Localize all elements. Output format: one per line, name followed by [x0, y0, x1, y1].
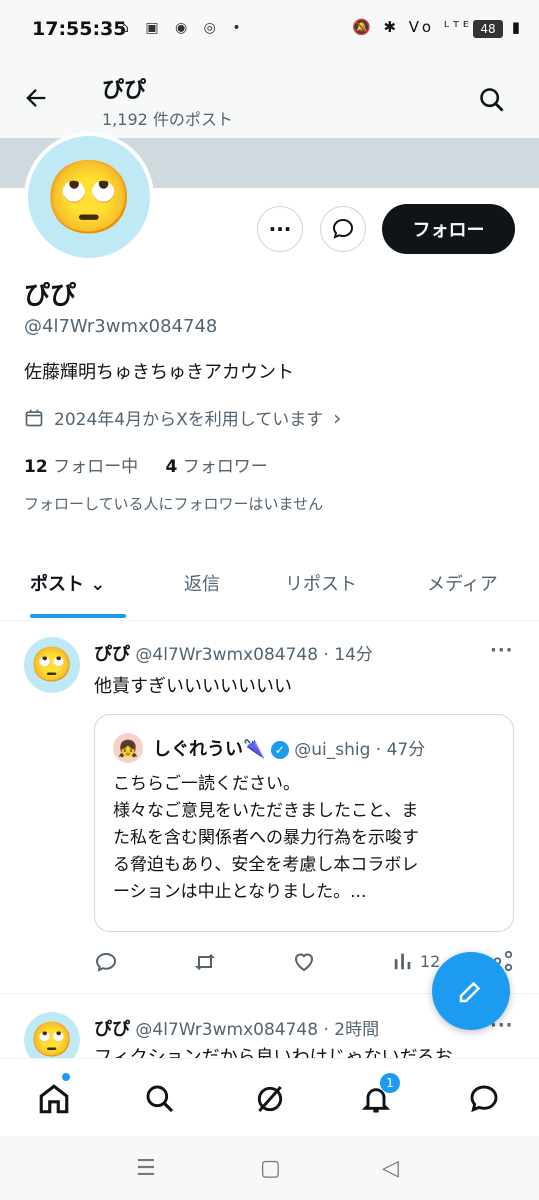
followers-count: 4: [165, 457, 178, 477]
follow-button[interactable]: フォロー: [382, 204, 515, 254]
quoted-author-handle: @ui_shig: [294, 740, 371, 760]
post-more-icon[interactable]: ···: [490, 640, 514, 661]
post-text-content: フィクションだから良いわけじゃないだろお: [94, 1047, 453, 1059]
quoted-post-header: しぐれうい🌂 ✓ @ui_shig · 47分: [153, 735, 425, 761]
following-count: 12: [24, 457, 48, 477]
status-time: 17:55:35: [32, 18, 127, 40]
profile-avatar[interactable]: 🙄: [24, 132, 154, 262]
compose-pen-icon: [459, 981, 481, 1003]
search-icon[interactable]: [478, 86, 506, 114]
tab-replies[interactable]: 返信: [184, 570, 220, 596]
post-time[interactable]: · 14分: [323, 645, 372, 665]
post-text: フィクションだから良いわけじゃないだろお: [94, 1045, 524, 1059]
joined-date[interactable]: 2024年4月からXを利用しています ›: [24, 405, 341, 430]
home-icon[interactable]: [34, 1079, 74, 1119]
tab-media[interactable]: メディア: [427, 570, 498, 596]
post-header: ぴぴ @4l7Wr3wmx084748 · 2時間: [94, 1015, 379, 1041]
header-post-count: 1,192 件のポスト: [102, 110, 233, 129]
profile-handle: @4l7Wr3wmx084748: [24, 316, 218, 337]
home-unread-dot: [62, 1073, 70, 1081]
reply-icon[interactable]: [94, 950, 118, 979]
battery-icon: 48: [473, 20, 503, 38]
message-button[interactable]: [320, 206, 366, 252]
tab-reposts[interactable]: リポスト: [285, 570, 357, 596]
views-count: 12: [420, 951, 441, 971]
views-button[interactable]: 12: [392, 950, 440, 972]
views-chart-icon: [394, 953, 411, 970]
followers-link[interactable]: 4 フォロワー: [165, 457, 267, 477]
chevron-right-icon: ›: [333, 405, 342, 430]
like-heart-icon[interactable]: [292, 950, 316, 979]
quoted-text-line: こちらご一読ください。: [113, 774, 300, 794]
messages-icon[interactable]: [464, 1079, 504, 1119]
status-icons-left: ⌂ ▣ ◉ ◎ •: [120, 20, 247, 36]
followers-label: フォロワー: [182, 457, 268, 477]
post-author-name[interactable]: ぴぴ: [94, 1019, 130, 1040]
profile-name: ぴぴ: [24, 281, 77, 311]
post-author-handle[interactable]: @4l7Wr3wmx084748: [135, 1020, 318, 1040]
system-navigation-bar: ☰ ▢ ◁: [0, 1136, 539, 1200]
active-tab-indicator: [30, 614, 126, 618]
quoted-text-line: 様々なご意見をいただきましたこと、ま: [113, 801, 419, 821]
joined-text: 2024年4月からXを利用しています: [54, 410, 324, 430]
bottom-navigation: [0, 1058, 539, 1137]
quoted-avatar: 👧: [113, 733, 143, 763]
calendar-icon: [25, 409, 43, 426]
back-arrow-icon[interactable]: [22, 84, 50, 119]
tab-posts[interactable]: ポスト ⌄: [30, 570, 105, 596]
profile-tabs: ポスト ⌄ 返信 リポスト メディア: [0, 560, 539, 621]
followers-you-know-note: フォローしている人にフォロワーはいません: [24, 495, 324, 513]
profile-bio: 佐藤輝明ちゅきちゅきアカウント: [24, 362, 294, 383]
repost-icon[interactable]: [192, 950, 218, 979]
quoted-text-line: た私を含む関係者への暴力行為を示唆す: [113, 828, 419, 848]
quoted-post-time: · 47分: [375, 740, 426, 760]
verified-badge-icon: ✓: [270, 741, 289, 759]
more-options-button[interactable]: ···: [257, 206, 303, 252]
back-triangle-icon[interactable]: ◁: [382, 1156, 399, 1181]
message-bubble-icon: [332, 218, 354, 239]
follow-stats: 12 フォロー中 4 フォロワー: [24, 452, 268, 477]
compose-post-button[interactable]: [432, 952, 510, 1030]
quoted-post-text: こちらご一読ください。 様々なご意見をいただきましたこと、ま た私を含む関係者へ…: [113, 771, 503, 906]
profile-header-bar: [0, 62, 539, 138]
grok-icon[interactable]: [250, 1079, 290, 1119]
notification-count-badge: 1: [380, 1073, 400, 1093]
post-avatar[interactable]: 🙄: [24, 637, 80, 693]
post-header: ぴぴ @4l7Wr3wmx084748 · 14分: [94, 640, 373, 666]
quoted-text-line: る脅迫もあり、安全を考慮し本コラボレ: [113, 855, 419, 875]
home-square-icon[interactable]: ▢: [260, 1156, 281, 1181]
quoted-author-name: しぐれうい🌂: [153, 739, 266, 760]
following-link[interactable]: 12 フォロー中: [24, 457, 138, 477]
quoted-post[interactable]: 👧 しぐれうい🌂 ✓ @ui_shig · 47分 こちらご一読ください。 様々…: [94, 714, 514, 932]
post-text: 他責すぎいいいいいいい: [94, 676, 292, 697]
following-label: フォロー中: [53, 457, 139, 477]
quoted-text-line: ーションは中止となりました。...: [113, 882, 367, 902]
post-time[interactable]: · 2時間: [323, 1020, 379, 1040]
post-author-handle[interactable]: @4l7Wr3wmx084748: [135, 645, 318, 665]
recent-apps-icon[interactable]: ☰: [136, 1156, 156, 1181]
search-nav-icon[interactable]: [140, 1079, 180, 1119]
header-title: ぴぴ: [102, 78, 147, 103]
post-author-name[interactable]: ぴぴ: [94, 644, 130, 665]
